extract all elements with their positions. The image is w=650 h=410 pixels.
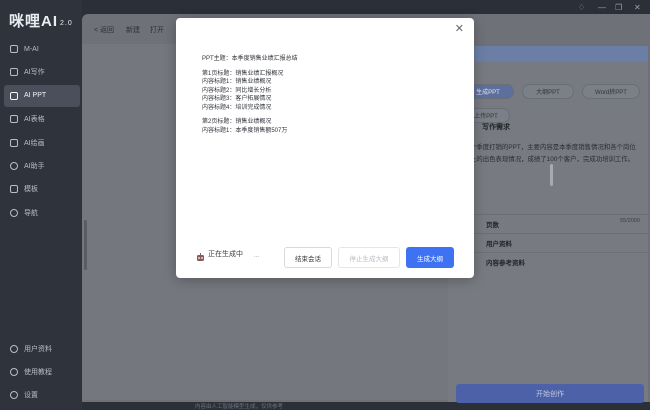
textarea-scrollbar[interactable] [550, 164, 553, 186]
outline-modal: ✕ PPT主题：本季度销售业绩汇报总结 第1页标题：销售业绩汇报概况 内容标题1… [176, 18, 474, 278]
sidebar-item-m-ai[interactable]: M-AI [4, 38, 80, 60]
gear-icon [10, 390, 18, 399]
generating-status: 正在生成中 [208, 251, 243, 258]
table-icon [10, 115, 18, 124]
new-button[interactable]: 新建 [126, 25, 140, 35]
user-icon [10, 345, 18, 353]
sidebar-item-ai-assistant[interactable]: AI助手 [4, 155, 80, 177]
robot-avatar-icon [197, 253, 204, 261]
pen-icon [10, 68, 18, 77]
restore-icon[interactable]: ❐ [615, 3, 622, 12]
panel-header [448, 46, 648, 62]
slides-icon [10, 91, 18, 100]
right-panel: 生成PPT 大纲PPT Word转PPT 上传PPT 写作需求 个季度打销的PP… [448, 46, 648, 403]
outline-line: 内容标题1：本季度销售额507万 [202, 127, 288, 134]
outline-line: PPT主题：本季度销售业绩汇报总结 [202, 56, 298, 62]
sidebar-item-ai-table[interactable]: AI表格 [4, 108, 80, 130]
bell-icon[interactable]: ♢ [578, 3, 585, 12]
sidebar-item-ai-writing[interactable]: AI写作 [4, 61, 80, 83]
requirement-title: 写作需求 [482, 124, 510, 131]
compass-icon [10, 208, 18, 217]
generate-outline-button[interactable]: 生成大纲 [406, 247, 454, 268]
sidebar-nav: M-AI AI写作 AI PPT AI表格 AI绘画 AI助手 模板 导航 [4, 38, 80, 225]
help-icon [10, 367, 18, 376]
outline-line: 内容标题4：培训完成情况 [202, 104, 272, 111]
start-create-button[interactable]: 开始创作 [456, 384, 644, 403]
image-icon [10, 138, 18, 147]
sidebar-item-navigation[interactable]: 导航 [4, 202, 80, 224]
sidebar: 咪哩AI 2.0 M-AI AI写作 AI PPT AI表格 AI绘画 AI助手 … [0, 0, 82, 410]
outline-content: PPT主题：本季度销售业绩汇报总结 第1页标题：销售业绩汇报概况 内容标题1：销… [202, 55, 452, 135]
close-icon[interactable]: ✕ [455, 22, 464, 35]
disclaimer-note: 内容由人工智能模型生成，仅供参考 [195, 404, 284, 410]
loading-dots: ... [254, 253, 260, 259]
tab-word-to-ppt[interactable]: Word转PPT [582, 84, 640, 99]
outline-line: 内容标题2：同比增长分析 [202, 87, 272, 94]
sidebar-bottom: 用户资料 使用教程 设置 [4, 338, 80, 406]
sidebar-item-settings[interactable]: 设置 [4, 384, 80, 406]
outline-line: 内容标题1：销售业绩概况 [202, 79, 272, 85]
open-button[interactable]: 打开 [150, 25, 164, 35]
outline-line: 第1页标题：销售业绩汇报概况 [202, 70, 284, 77]
sidebar-item-user-profile[interactable]: 用户资料 [4, 338, 80, 360]
grid-icon [10, 45, 18, 53]
row-pages[interactable]: 页数 [448, 214, 648, 232]
outline-line: 第2页标题：销售业绩概况 [202, 119, 272, 125]
app-logo: 咪哩AI 2.0 [9, 13, 73, 30]
outline-line: 内容标题3：客户拓展情况 [202, 96, 272, 102]
minimize-icon[interactable]: — [598, 3, 606, 12]
robot-icon [10, 161, 18, 170]
modal-footer: 正在生成中 ... 结束会话 停止生成大纲 生成大纲 [176, 247, 474, 271]
sidebar-item-tutorial[interactable]: 使用教程 [4, 361, 80, 383]
back-button[interactable]: < 返回 [94, 25, 114, 35]
end-session-button[interactable]: 结束会话 [284, 247, 332, 268]
row-user-material[interactable]: 用户资料 [448, 233, 648, 251]
sidebar-item-ai-drawing[interactable]: AI绘画 [4, 132, 80, 154]
requirement-textarea[interactable]: 个季度打销的PPT，主要内容是本季度销售情况和各个岗位上的出色表现情况，成绩了1… [470, 142, 640, 165]
sidebar-item-ai-ppt[interactable]: AI PPT [4, 84, 80, 107]
sidebar-item-templates[interactable]: 模板 [4, 178, 80, 200]
close-window-icon[interactable]: ✕ [634, 3, 641, 12]
row-reference-material[interactable]: 内容参考资料 [448, 252, 648, 270]
stop-generate-button[interactable]: 停止生成大纲 [338, 247, 400, 268]
template-icon [10, 185, 18, 194]
resize-handle[interactable] [84, 220, 87, 270]
tab-outline-ppt[interactable]: 大纲PPT [522, 84, 574, 99]
